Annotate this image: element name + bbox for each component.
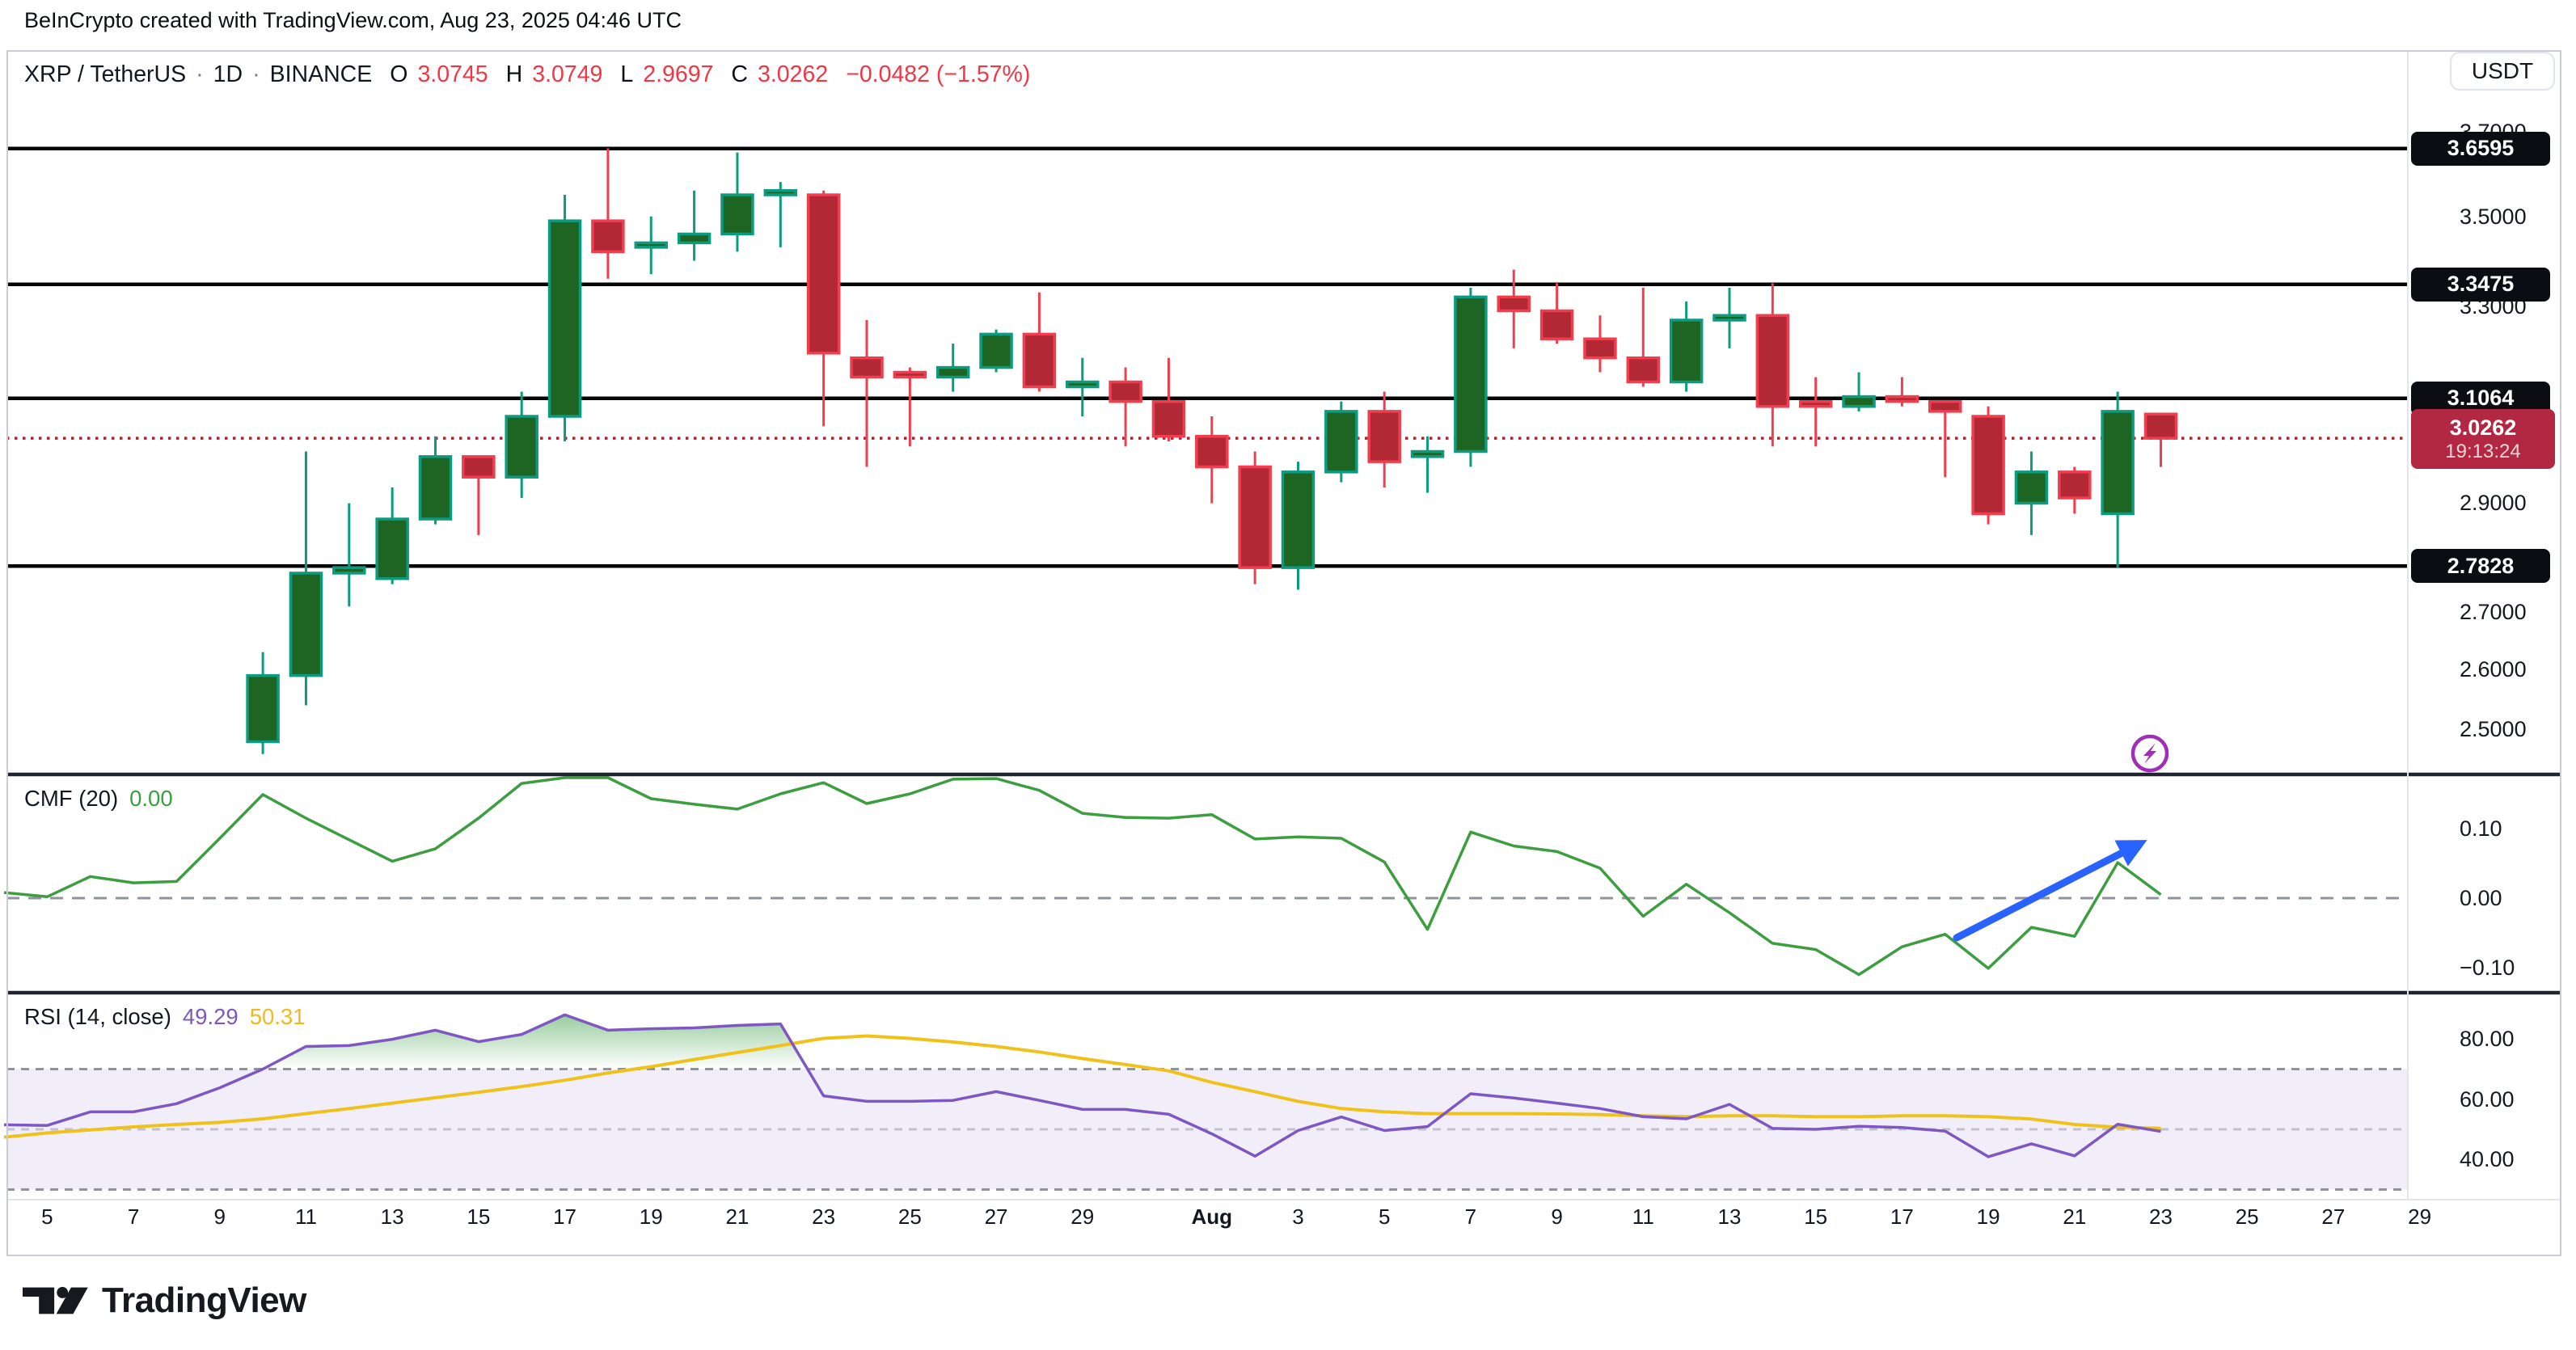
tradingview-logo-icon — [23, 1287, 89, 1314]
price-level-badge[interactable]: 3.6595 — [2411, 132, 2550, 166]
price-level-badge[interactable]: 2.7828 — [2411, 549, 2550, 583]
x-axis-label: 27 — [960, 1204, 1033, 1229]
high-value: 3.0749 — [532, 61, 602, 88]
open-label: O — [390, 61, 408, 88]
price-tick-label: 2.7000 — [2460, 599, 2527, 625]
low-value: 2.9697 — [643, 61, 713, 88]
currency-toggle-button[interactable]: USDT — [2450, 52, 2555, 91]
low-label: L — [620, 61, 633, 88]
cmf-tick-label: 0.10 — [2460, 816, 2502, 842]
x-axis-label: 25 — [2211, 1204, 2283, 1229]
x-axis-label: 21 — [2038, 1204, 2111, 1229]
bar-countdown: 19:13:24 — [2445, 441, 2520, 463]
last-price-badge[interactable]: 3.026219:13:24 — [2411, 409, 2555, 469]
last-price-value: 3.0262 — [2450, 416, 2517, 441]
rsi-ma-value: 50.31 — [250, 1004, 306, 1030]
symbol-row: XRP / TetherUS · 1D · BINANCE O3.0745 H3… — [24, 61, 1030, 88]
cmf-name: CMF (20) — [24, 786, 118, 812]
x-axis-label: 5 — [1348, 1204, 1421, 1229]
price-tick-label: 3.5000 — [2460, 204, 2527, 230]
x-axis-label: 21 — [701, 1204, 774, 1229]
x-axis-label: 15 — [442, 1204, 515, 1229]
cmf-tick-label: −0.10 — [2460, 955, 2515, 981]
rsi-tick-label: 80.00 — [2460, 1026, 2515, 1052]
x-axis-label: 29 — [2384, 1204, 2456, 1229]
x-axis-label: 23 — [2125, 1204, 2198, 1229]
separator-dot: · — [196, 61, 204, 88]
x-axis-label: 9 — [1521, 1204, 1594, 1229]
x-axis-label: 23 — [788, 1204, 860, 1229]
change-value: −0.0482 (−1.57%) — [846, 61, 1030, 88]
x-axis-label: 17 — [1865, 1204, 1938, 1229]
x-axis-label: 13 — [356, 1204, 429, 1229]
price-tick-label: 2.9000 — [2460, 490, 2527, 516]
rsi-tick-label: 60.00 — [2460, 1086, 2515, 1112]
x-axis-label: 13 — [1693, 1204, 1766, 1229]
x-axis-label: 7 — [1434, 1204, 1507, 1229]
exchange-label: BINANCE — [270, 61, 373, 88]
close-value: 3.0262 — [758, 61, 828, 88]
x-axis-label: 19 — [1952, 1204, 2025, 1229]
x-axis-label: 15 — [1780, 1204, 1852, 1229]
price-level-badge[interactable]: 3.3475 — [2411, 268, 2550, 302]
chart-widget-border — [6, 50, 2561, 1256]
tradingview-logo[interactable]: TradingView — [23, 1280, 306, 1321]
x-axis-label: Aug — [1176, 1204, 1248, 1229]
cmf-tick-label: 0.00 — [2460, 885, 2502, 911]
close-label: C — [731, 61, 748, 88]
rsi-value: 49.29 — [183, 1004, 239, 1030]
timeframe-label: 1D — [213, 61, 243, 88]
open-value: 3.0745 — [417, 61, 488, 88]
x-axis-label: 11 — [269, 1204, 342, 1229]
x-axis-label: 9 — [184, 1204, 256, 1229]
price-tick-label: 2.5000 — [2460, 716, 2527, 742]
separator-dot: · — [252, 61, 260, 88]
cmf-value: 0.00 — [129, 786, 173, 812]
x-axis-label: 27 — [2297, 1204, 2370, 1229]
price-tick-label: 2.6000 — [2460, 656, 2527, 682]
rsi-tick-label: 40.00 — [2460, 1146, 2515, 1172]
rsi-name: RSI (14, close) — [24, 1004, 171, 1030]
high-label: H — [506, 61, 523, 88]
cmf-indicator-legend[interactable]: CMF (20) 0.00 — [24, 786, 173, 812]
x-axis-label: 17 — [529, 1204, 602, 1229]
rsi-indicator-legend[interactable]: RSI (14, close) 49.29 50.31 — [24, 1004, 306, 1030]
x-axis-label: 25 — [873, 1204, 946, 1229]
tradingview-logo-text: TradingView — [102, 1280, 306, 1321]
symbol-title: XRP / TetherUS — [24, 61, 186, 88]
x-axis-label: 11 — [1607, 1204, 1679, 1229]
x-axis-label: 7 — [97, 1204, 170, 1229]
x-axis-label: 29 — [1046, 1204, 1119, 1229]
x-axis-label: 19 — [614, 1204, 687, 1229]
x-axis-label: 5 — [11, 1204, 83, 1229]
x-axis-label: 3 — [1262, 1204, 1335, 1229]
